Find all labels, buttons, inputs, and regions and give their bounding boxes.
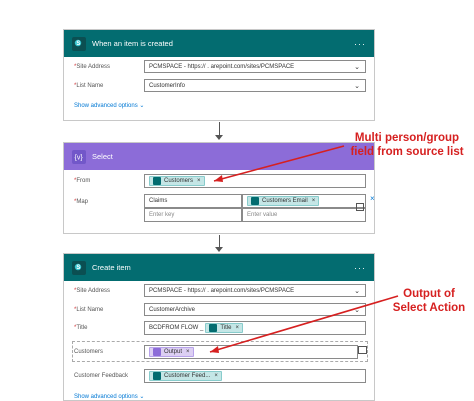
- annotation-arrowhead-top: [214, 175, 223, 182]
- annotation-arrow-top: [213, 145, 345, 182]
- annotation-arrows: [209, 145, 399, 353]
- annotation-arrowhead-bottom: [210, 346, 219, 353]
- annotation-arrow-bottom: [209, 295, 399, 353]
